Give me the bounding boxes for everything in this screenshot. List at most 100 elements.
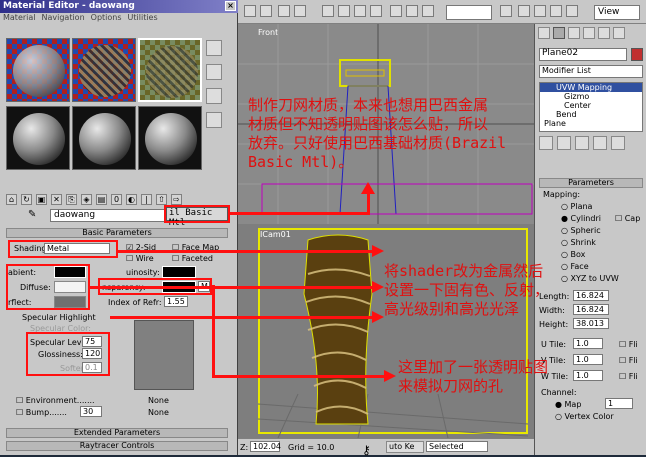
- snap-icon[interactable]: [518, 5, 530, 17]
- unique-icon[interactable]: ◈: [81, 193, 92, 205]
- material-name-field[interactable]: daowang: [50, 209, 165, 222]
- motion-tab-icon[interactable]: [583, 27, 595, 39]
- width-input[interactable]: 16.824: [573, 304, 609, 315]
- mapping-box-radio[interactable]: ○ Box: [561, 250, 585, 259]
- stack-item-gizmo[interactable]: Gizmo: [540, 92, 642, 101]
- display-tab-icon[interactable]: [598, 27, 610, 39]
- mapping-planar-radio[interactable]: ○ Plana: [561, 202, 592, 211]
- make-unique-icon[interactable]: [575, 136, 589, 150]
- menu-item-material[interactable]: Material: [3, 13, 36, 24]
- copy-icon[interactable]: ⎘: [66, 193, 77, 205]
- map-channel-input[interactable]: 1: [605, 398, 633, 409]
- reference-dropdown[interactable]: [446, 5, 492, 20]
- stack-item-uvw-mapping[interactable]: UVW Mapping: [540, 83, 642, 92]
- v-flip-checkbox[interactable]: ☐ Fli: [619, 356, 638, 365]
- menu-item-navigation[interactable]: Navigation: [42, 13, 85, 24]
- angle-snap-icon[interactable]: [534, 5, 546, 17]
- go-parent-icon[interactable]: ⇧: [156, 193, 167, 205]
- percent-snap-icon[interactable]: [550, 5, 562, 17]
- effects-channel-icon[interactable]: 0: [111, 193, 122, 205]
- redo-icon[interactable]: [260, 5, 272, 17]
- hierarchy-tab-icon[interactable]: [568, 27, 580, 39]
- wire-checkbox[interactable]: ☐ Wire: [126, 254, 154, 263]
- object-name-field[interactable]: Plane02: [539, 48, 627, 61]
- cap-checkbox[interactable]: ☐ Cap: [615, 214, 640, 223]
- stack-item-center[interactable]: Center: [540, 101, 642, 110]
- rollout-parameters[interactable]: Parameters: [539, 178, 643, 188]
- select-by-name-icon[interactable]: [338, 5, 350, 17]
- rollout-basic-parameters[interactable]: Basic Parameters: [6, 228, 228, 238]
- luminosity-color-swatch[interactable]: [162, 266, 196, 278]
- rollout-extended-parameters[interactable]: Extended Parameters: [6, 428, 228, 438]
- rollout-raytracer-controls[interactable]: Raytracer Controls: [6, 441, 228, 451]
- material-slot-6[interactable]: [138, 106, 202, 170]
- modifier-list-dropdown[interactable]: Modifier List: [539, 65, 643, 78]
- assign-icon[interactable]: ▣: [36, 193, 47, 205]
- mapping-shrink-radio[interactable]: ○ Shrink: [561, 238, 596, 247]
- region-icon[interactable]: [354, 5, 366, 17]
- move-icon[interactable]: [390, 5, 402, 17]
- u-tile-input[interactable]: 1.0: [573, 338, 603, 349]
- mapping-spherical-radio[interactable]: ○ Spheric: [561, 226, 601, 235]
- modify-tab-icon[interactable]: [553, 27, 565, 39]
- bump-amount-input[interactable]: 30: [80, 406, 102, 417]
- mapping-cylindrical-radio[interactable]: ● Cylindri: [561, 214, 601, 223]
- material-slot-2[interactable]: [72, 38, 136, 102]
- select-icon[interactable]: [322, 5, 334, 17]
- environment-map-checkbox[interactable]: ☐ Environment.......: [16, 396, 95, 405]
- height-input[interactable]: 38.013: [573, 318, 609, 329]
- pick-material-icon[interactable]: ✎: [28, 209, 36, 220]
- unlink-icon[interactable]: [294, 5, 306, 17]
- menu-item-utilities[interactable]: Utilities: [128, 13, 158, 24]
- link-icon[interactable]: [278, 5, 290, 17]
- mirror-icon[interactable]: [566, 5, 578, 17]
- length-input[interactable]: 16.824: [573, 290, 609, 301]
- sample-type-icon[interactable]: [206, 40, 222, 56]
- create-tab-icon[interactable]: [538, 27, 550, 39]
- u-flip-checkbox[interactable]: ☐ Fli: [619, 340, 638, 349]
- get-material-icon[interactable]: ⌂: [6, 193, 17, 205]
- auto-key-button[interactable]: uto Ke: [386, 441, 424, 453]
- utilities-tab-icon[interactable]: [613, 27, 625, 39]
- ior-input[interactable]: 1.55: [164, 296, 188, 307]
- backlight-icon[interactable]: [206, 64, 222, 80]
- w-tile-input[interactable]: 1.0: [573, 370, 603, 381]
- scale-icon[interactable]: [422, 5, 434, 17]
- stack-item-plane[interactable]: Plane: [540, 119, 642, 128]
- configure-sets-icon[interactable]: [611, 136, 625, 150]
- pivot-icon[interactable]: [500, 5, 512, 17]
- bump-map-checkbox[interactable]: ☐ Bump.......: [16, 408, 67, 417]
- material-slot-3-selected[interactable]: [138, 38, 202, 102]
- w-flip-checkbox[interactable]: ☐ Fli: [619, 372, 638, 381]
- object-color-swatch[interactable]: [631, 48, 643, 61]
- library-icon[interactable]: ▤: [96, 193, 107, 205]
- background-icon[interactable]: [206, 88, 222, 104]
- vertex-color-radio[interactable]: ○ Vertex Color: [555, 412, 614, 421]
- material-slot-1[interactable]: [6, 38, 70, 102]
- reset-icon[interactable]: ✕: [51, 193, 62, 205]
- options-icon[interactable]: [206, 112, 222, 128]
- show-end-result-icon[interactable]: [557, 136, 571, 150]
- environment-map-button[interactable]: None: [148, 396, 169, 405]
- mapping-face-radio[interactable]: ○ Face: [561, 262, 589, 271]
- selection-set-dropdown[interactable]: Selected: [426, 441, 488, 452]
- show-map-icon[interactable]: ◐: [126, 193, 137, 205]
- remove-modifier-icon[interactable]: [593, 136, 607, 150]
- bump-map-button[interactable]: None: [148, 408, 169, 417]
- view-dropdown[interactable]: View: [594, 5, 640, 20]
- z-coord-field[interactable]: 102.04: [250, 441, 281, 452]
- viewport-camera[interactable]: ICam01: [238, 224, 534, 438]
- filter-icon[interactable]: [370, 5, 382, 17]
- material-slot-5[interactable]: [72, 106, 136, 170]
- stack-item-bend[interactable]: Bend: [540, 110, 642, 119]
- go-sibling-icon[interactable]: ⇨: [171, 193, 182, 205]
- mapping-xyz-radio[interactable]: ○ XYZ to UVW: [561, 274, 619, 283]
- undo-icon[interactable]: [244, 5, 256, 17]
- put-to-scene-icon[interactable]: ↻: [21, 193, 32, 205]
- material-slot-4[interactable]: [6, 106, 70, 170]
- v-tile-input[interactable]: 1.0: [573, 354, 603, 365]
- show-end-icon[interactable]: |: [141, 193, 152, 205]
- faceted-checkbox[interactable]: ☐ Faceted: [172, 254, 213, 263]
- pin-stack-icon[interactable]: [539, 136, 553, 150]
- map-channel-radio[interactable]: ● Map: [555, 400, 581, 409]
